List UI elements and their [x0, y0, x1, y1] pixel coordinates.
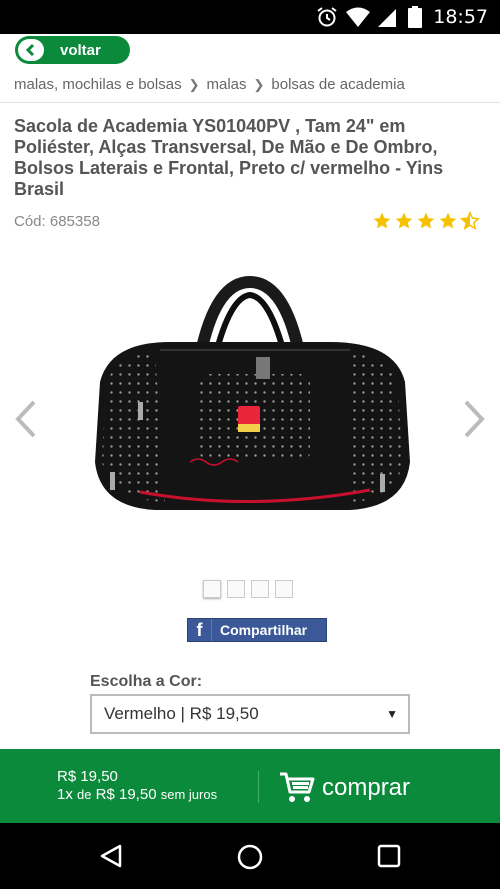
facebook-icon: f: [188, 619, 212, 641]
price: R$ 19,50: [57, 768, 118, 785]
product-title: Sacola de Academia YS01040PV , Tam 24" e…: [14, 116, 444, 199]
divider: [0, 102, 500, 103]
color-select[interactable]: Vermelho | R$ 19,50 ▼: [90, 694, 410, 734]
buy-bar: R$ 19,50 1x de R$ 19,50 sem juros compra…: [0, 749, 500, 823]
android-nav-bar: [0, 823, 500, 889]
chevron-right-icon: ❯: [253, 76, 265, 92]
signal-icon: [378, 9, 396, 27]
image-thumb[interactable]: [203, 580, 221, 598]
prev-image-arrow-icon[interactable]: [12, 398, 40, 440]
installment-text: 1x de R$ 19,50 sem juros: [57, 786, 217, 803]
back-label: voltar: [60, 41, 101, 59]
rating-stars: [372, 211, 480, 231]
breadcrumb-item[interactable]: malas, mochilas e bolsas: [14, 76, 182, 93]
chevron-right-icon: ❯: [188, 76, 200, 92]
status-bar: 18:57: [0, 0, 500, 34]
star-icon: [439, 212, 457, 229]
buy-button[interactable]: comprar: [322, 774, 410, 802]
image-thumb[interactable]: [275, 580, 293, 598]
buy-bar-divider: [258, 771, 259, 803]
dropdown-caret-icon: ▼: [386, 707, 398, 721]
color-label: Escolha a Cor:: [90, 673, 203, 690]
top-bar: voltar: [0, 34, 500, 66]
image-thumb[interactable]: [251, 580, 269, 598]
product-code: Cód: 685358: [14, 213, 100, 230]
share-facebook-button[interactable]: f Compartilhar: [187, 618, 327, 642]
installment-value: R$ 19,50: [95, 786, 157, 803]
breadcrumb-item[interactable]: malas: [206, 76, 246, 93]
alarm-icon: [317, 7, 337, 27]
wifi-icon: [346, 7, 370, 27]
chevron-left-icon: [18, 39, 44, 61]
cart-icon[interactable]: [279, 771, 315, 803]
image-thumbnails: [203, 580, 293, 598]
image-thumb[interactable]: [227, 580, 245, 598]
back-button[interactable]: voltar: [15, 36, 130, 64]
breadcrumb: malas, mochilas e bolsas ❯ malas ❯ bolsa…: [14, 76, 405, 93]
installment-de: de: [77, 787, 92, 802]
back-nav-icon[interactable]: [98, 843, 124, 869]
breadcrumb-item[interactable]: bolsas de academia: [271, 76, 404, 93]
next-image-arrow-icon[interactable]: [460, 398, 488, 440]
clock: 18:57: [433, 6, 488, 28]
star-icon: [373, 212, 391, 229]
installment-suffix: sem juros: [160, 787, 218, 802]
recents-nav-icon[interactable]: [376, 843, 402, 869]
product-image: [95, 275, 410, 510]
share-label: Compartilhar: [220, 622, 308, 638]
half-star-icon: [460, 211, 480, 231]
battery-icon: [408, 6, 422, 28]
star-icon: [417, 212, 435, 229]
star-icon: [395, 212, 413, 229]
installment-prefix: 1x: [57, 786, 73, 803]
home-nav-icon[interactable]: [236, 843, 264, 871]
color-select-value: Vermelho | R$ 19,50: [104, 704, 259, 723]
